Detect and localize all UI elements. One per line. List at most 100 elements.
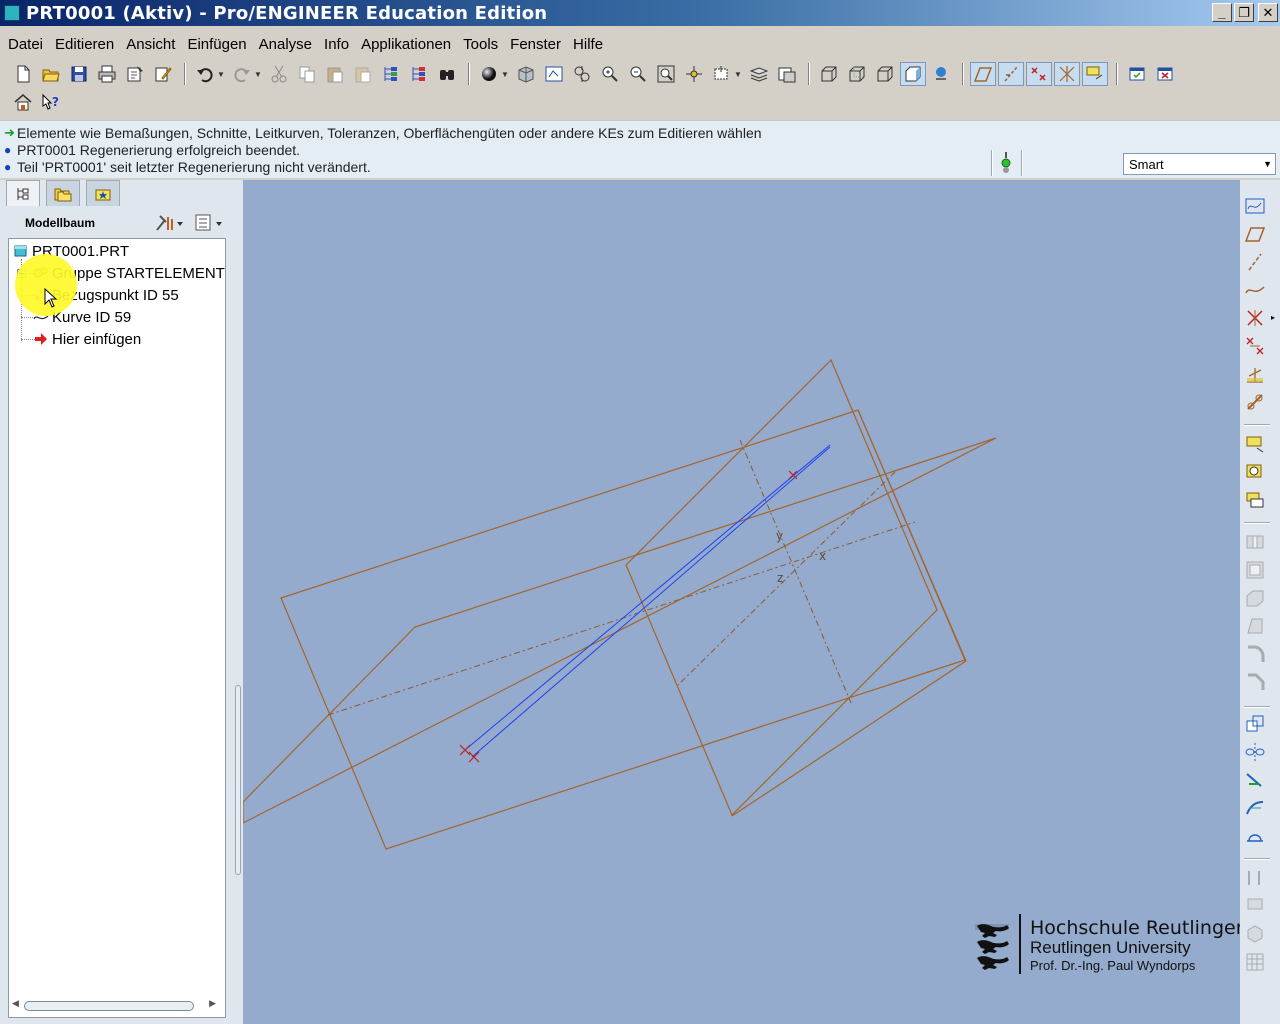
model-graphics: y x z bbox=[243, 358, 997, 850]
hole-tool-icon[interactable] bbox=[1242, 530, 1268, 554]
trim-tool-icon[interactable] bbox=[1242, 796, 1268, 820]
view-manager-icon[interactable] bbox=[513, 62, 539, 86]
mark-icon[interactable] bbox=[150, 62, 176, 86]
menu-einfuegen[interactable]: Einfügen bbox=[181, 36, 252, 53]
regenerate-icon[interactable] bbox=[378, 62, 404, 86]
secondary-toolbar: ? bbox=[10, 89, 66, 115]
home-icon[interactable] bbox=[10, 90, 36, 114]
menu-datei[interactable]: Datei bbox=[2, 36, 49, 53]
shade-dropdown-icon[interactable]: ▼ bbox=[501, 70, 509, 79]
datum-axes-icon[interactable] bbox=[998, 62, 1024, 86]
open-icon[interactable] bbox=[38, 62, 64, 86]
tree-horizontal-scrollbar[interactable]: ◀ ▶ bbox=[10, 998, 220, 1014]
tree-filters-icon[interactable] bbox=[194, 213, 226, 233]
analysis-feature-icon[interactable] bbox=[1242, 390, 1268, 414]
datum-planes-icon[interactable] bbox=[970, 62, 996, 86]
offset-point-icon[interactable] bbox=[1242, 334, 1268, 358]
zoom-out-icon[interactable] bbox=[625, 62, 651, 86]
menu-fenster[interactable]: Fenster bbox=[504, 36, 567, 53]
zoom-window-icon[interactable] bbox=[653, 62, 679, 86]
zoom-in-icon[interactable] bbox=[597, 62, 623, 86]
feature-toolbar: ▸ bbox=[1240, 180, 1280, 1024]
send-icon[interactable] bbox=[122, 62, 148, 86]
solidify-tool-icon[interactable] bbox=[1242, 922, 1268, 946]
menu-analyse[interactable]: Analyse bbox=[253, 36, 318, 53]
graphics-window[interactable]: y x z Hochschule Reutlingen Reutlingen U… bbox=[243, 180, 1240, 1024]
paste-icon[interactable] bbox=[322, 62, 348, 86]
paste-special-icon[interactable] bbox=[350, 62, 376, 86]
reorient-icon[interactable] bbox=[569, 62, 595, 86]
redo-icon[interactable] bbox=[229, 62, 255, 86]
layers-icon[interactable] bbox=[746, 62, 772, 86]
saved-views-icon[interactable] bbox=[709, 62, 735, 86]
no-hidden-icon[interactable] bbox=[872, 62, 898, 86]
settings-tools-icon[interactable] bbox=[154, 213, 184, 233]
shade-icon[interactable] bbox=[476, 62, 502, 86]
datum-axis-tool-icon[interactable] bbox=[1242, 250, 1268, 274]
copy-tool-icon[interactable] bbox=[1242, 712, 1268, 736]
undo-dropdown-icon[interactable]: ▼ bbox=[217, 70, 225, 79]
find-icon[interactable] bbox=[434, 62, 460, 86]
context-help-icon[interactable]: ? bbox=[38, 90, 64, 114]
menu-applikationen[interactable]: Applikationen bbox=[355, 36, 457, 53]
coordinate-systems-icon[interactable] bbox=[1054, 62, 1080, 86]
mirror-tool-icon[interactable] bbox=[1242, 740, 1268, 764]
save-icon[interactable] bbox=[66, 62, 92, 86]
shading-icon[interactable] bbox=[900, 62, 926, 86]
print-icon[interactable] bbox=[94, 62, 120, 86]
hidden-line-icon[interactable] bbox=[844, 62, 870, 86]
maximize-button[interactable]: ❐ bbox=[1234, 3, 1254, 22]
datum-point-tool-icon[interactable] bbox=[1242, 306, 1268, 330]
scroll-thumb[interactable] bbox=[24, 1001, 194, 1011]
menu-editieren[interactable]: Editieren bbox=[49, 36, 120, 53]
scroll-left-icon[interactable]: ◀ bbox=[12, 998, 19, 1009]
round-tool-icon[interactable] bbox=[1242, 642, 1268, 666]
minimize-button[interactable]: _ bbox=[1212, 3, 1232, 22]
redo-dropdown-icon[interactable]: ▼ bbox=[254, 70, 262, 79]
wireframe-icon[interactable] bbox=[816, 62, 842, 86]
folder-browser-tab-icon[interactable] bbox=[46, 180, 80, 206]
saved-views-dropdown-icon[interactable]: ▼ bbox=[734, 70, 742, 79]
regen-manager-icon[interactable] bbox=[406, 62, 432, 86]
refit-icon[interactable] bbox=[541, 62, 567, 86]
selection-filter-dropdown[interactable]: Smart ▼ bbox=[1123, 153, 1276, 175]
close-window-icon[interactable] bbox=[1152, 62, 1178, 86]
cut-icon[interactable] bbox=[266, 62, 292, 86]
menu-hilfe[interactable]: Hilfe bbox=[567, 36, 609, 53]
sketched-datum-curve-icon[interactable] bbox=[1242, 194, 1268, 218]
shell-tool-icon[interactable] bbox=[1242, 558, 1268, 582]
variable-section-sweep-icon[interactable] bbox=[1242, 488, 1268, 512]
spin-center-icon[interactable] bbox=[681, 62, 707, 86]
menu-ansicht[interactable]: Ansicht bbox=[120, 36, 181, 53]
merge-tool-icon[interactable] bbox=[1242, 768, 1268, 792]
close-button[interactable]: ✕ bbox=[1258, 3, 1278, 22]
new-icon[interactable] bbox=[10, 62, 36, 86]
favorites-tab-icon[interactable] bbox=[86, 180, 120, 206]
annotations-icon[interactable] bbox=[1082, 62, 1108, 86]
datum-points-icon[interactable] bbox=[1026, 62, 1052, 86]
revolve-tool-icon[interactable] bbox=[1242, 460, 1268, 484]
rib-tool-icon[interactable] bbox=[1242, 586, 1268, 610]
menu-tools[interactable]: Tools bbox=[457, 36, 504, 53]
thicken-tool-icon[interactable] bbox=[1242, 894, 1268, 918]
menu-info[interactable]: Info bbox=[318, 36, 355, 53]
chamfer-tool-icon[interactable] bbox=[1242, 670, 1268, 694]
activate-window-icon[interactable] bbox=[1124, 62, 1150, 86]
offset-tool-icon[interactable] bbox=[1242, 866, 1268, 890]
model-tree-display-icon[interactable] bbox=[928, 62, 954, 86]
model-tree-tab-icon[interactable] bbox=[6, 180, 40, 206]
datum-plane-tool-icon[interactable] bbox=[1242, 222, 1268, 246]
appearance-icon[interactable] bbox=[774, 62, 800, 86]
scroll-right-icon[interactable]: ▶ bbox=[209, 998, 216, 1009]
undo-icon[interactable] bbox=[192, 62, 218, 86]
draft-tool-icon[interactable] bbox=[1242, 614, 1268, 638]
pattern-tool-icon[interactable] bbox=[1242, 950, 1268, 974]
tree-item-insert-here[interactable]: Hier einfügen bbox=[33, 328, 141, 350]
panel-splitter[interactable] bbox=[235, 685, 241, 875]
copy-icon[interactable] bbox=[294, 62, 320, 86]
csys-tool-icon[interactable] bbox=[1242, 362, 1268, 386]
extrude-tool-icon[interactable] bbox=[1242, 432, 1268, 456]
extend-tool-icon[interactable] bbox=[1242, 824, 1268, 848]
datum-point-flyout-icon[interactable]: ▸ bbox=[1271, 313, 1275, 322]
datum-curve-tool-icon[interactable] bbox=[1242, 278, 1268, 302]
